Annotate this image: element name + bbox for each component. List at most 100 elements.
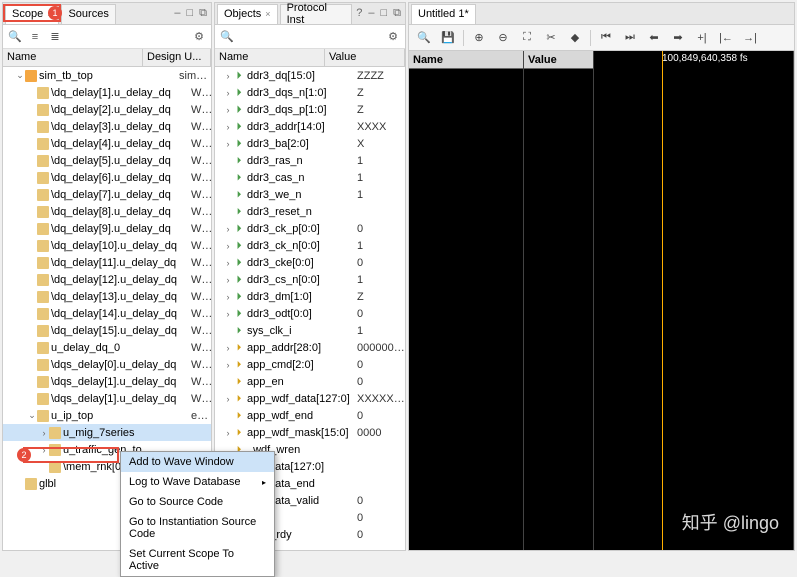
object-row[interactable]: ›⏵ddr3_dqs_p[1:0]Z <box>215 101 405 118</box>
tree-row[interactable]: \dq_delay[14].u_delay_dqWireDelay <box>3 305 211 322</box>
object-row[interactable]: ⏵app_en0 <box>215 373 405 390</box>
tree-row[interactable]: \dq_delay[13].u_delay_dqWireDelay <box>3 288 211 305</box>
object-row[interactable]: ›⏵ddr3_dqs_n[1:0]Z <box>215 84 405 101</box>
tree-row[interactable]: \dq_delay[12].u_delay_dqWireDelay <box>3 271 211 288</box>
expand-icon[interactable]: › <box>39 428 49 438</box>
menu-item[interactable]: Set Current Scope To Active <box>121 544 274 576</box>
zoom-in-icon[interactable]: ⊕ <box>470 29 488 47</box>
expand-icon[interactable]: › <box>223 122 233 132</box>
tree-row[interactable]: \dq_delay[7].u_delay_dqWireDelay <box>3 186 211 203</box>
maximize-icon[interactable]: □ <box>378 7 389 20</box>
expand-icon[interactable]: › <box>223 275 233 285</box>
restore-icon[interactable]: ⧉ <box>197 7 209 20</box>
prev-edge-icon[interactable]: ⬅ <box>645 29 663 47</box>
goto-last-icon[interactable]: ⏭ <box>621 29 639 47</box>
object-row[interactable]: ›⏵ddr3_ba[2:0]X <box>215 135 405 152</box>
menu-item[interactable]: Go to Source Code <box>121 492 274 512</box>
prev-marker-icon[interactable]: |← <box>717 29 735 47</box>
marker-icon[interactable]: ◆ <box>566 29 584 47</box>
next-edge-icon[interactable]: ➡ <box>669 29 687 47</box>
expand-icon[interactable]: › <box>223 428 233 438</box>
object-row[interactable]: ⏵ddr3_we_n1 <box>215 186 405 203</box>
col-name[interactable]: Name <box>215 49 325 66</box>
tree-row[interactable]: \dq_delay[15].u_delay_dqWireDelay <box>3 322 211 339</box>
tree-row[interactable]: \dq_delay[11].u_delay_dqWireDelay <box>3 254 211 271</box>
add-marker-icon[interactable]: +| <box>693 29 711 47</box>
next-marker-icon[interactable]: →| <box>741 29 759 47</box>
expand-icon[interactable]: › <box>223 224 233 234</box>
expand-icon[interactable]: › <box>223 360 233 370</box>
expand-icon[interactable]: › <box>223 105 233 115</box>
tree-row[interactable]: \dqs_delay[1].u_delay_dqWireDelay <box>3 390 211 407</box>
wave-name-header[interactable]: Name <box>409 51 523 69</box>
minimize-icon[interactable]: – <box>366 7 376 20</box>
save-icon[interactable]: 💾 <box>439 29 457 47</box>
object-row[interactable]: ⏵ddr3_ras_n1 <box>215 152 405 169</box>
tree-row[interactable]: ›u_mig_7series <box>3 424 211 441</box>
object-row[interactable]: ›⏵ddr3_addr[14:0]XXXX <box>215 118 405 135</box>
tab-protocol[interactable]: Protocol Inst <box>280 4 353 24</box>
menu-item[interactable]: Go to Instantiation Source Code <box>121 512 274 544</box>
object-row[interactable]: ›⏵ddr3_dq[15:0]ZZZZ <box>215 67 405 84</box>
gear-icon[interactable]: ⚙ <box>191 29 207 45</box>
search-icon[interactable]: 🔍 <box>219 29 235 45</box>
restore-icon[interactable]: ⧉ <box>391 7 403 20</box>
expand-icon[interactable]: › <box>223 309 233 319</box>
tree-row[interactable]: ⌄u_ip_topexample_top <box>3 407 211 424</box>
maximize-icon[interactable]: □ <box>184 7 195 20</box>
tab-sources[interactable]: Sources <box>61 4 115 24</box>
filter-icon[interactable]: ≡ <box>27 29 43 45</box>
expand-icon[interactable]: › <box>39 445 49 455</box>
tree-row[interactable]: \dq_delay[4].u_delay_dqWireDelay <box>3 135 211 152</box>
help-icon[interactable]: ? <box>354 7 364 20</box>
zoom-out-icon[interactable]: ⊖ <box>494 29 512 47</box>
object-row[interactable]: ⏵ddr3_reset_n <box>215 203 405 220</box>
object-row[interactable]: ⏵sys_clk_i1 <box>215 322 405 339</box>
expand-icon[interactable]: › <box>223 292 233 302</box>
tree-row[interactable]: \dqs_delay[0].u_delay_dqWireDelay <box>3 356 211 373</box>
gear-icon[interactable]: ⚙ <box>385 29 401 45</box>
zoom-fit-icon[interactable]: ⛶ <box>518 29 536 47</box>
col-value[interactable]: Value <box>325 49 405 66</box>
tree-row[interactable]: \dq_delay[9].u_delay_dqWireDelay <box>3 220 211 237</box>
cut-icon[interactable]: ✂ <box>542 29 560 47</box>
menu-item[interactable]: Log to Wave Database▸ <box>121 472 274 492</box>
object-row[interactable]: ›⏵app_wdf_data[127:0]XXXXXXXXX <box>215 390 405 407</box>
wave-value-header[interactable]: Value <box>524 51 593 69</box>
object-row[interactable]: ›⏵app_wdf_mask[15:0]0000 <box>215 424 405 441</box>
tree-row[interactable]: \dq_delay[5].u_delay_dqWireDelay <box>3 152 211 169</box>
col-design[interactable]: Design U... <box>143 49 211 66</box>
object-row[interactable]: ›⏵ddr3_odt[0:0]0 <box>215 305 405 322</box>
object-row[interactable]: ›⏵ddr3_dm[1:0]Z <box>215 288 405 305</box>
tree-row[interactable]: \dq_delay[8].u_delay_dqWireDelay <box>3 203 211 220</box>
object-row[interactable]: ⏵ddr3_cas_n1 <box>215 169 405 186</box>
object-row[interactable]: ›⏵app_addr[28:0]00000000 <box>215 339 405 356</box>
tab-objects[interactable]: Objects× <box>217 4 278 24</box>
collapse-icon[interactable]: ≣ <box>47 29 63 45</box>
tree-row[interactable]: u_delay_dq_0WireDelay <box>3 339 211 356</box>
object-row[interactable]: ›⏵ddr3_ck_n[0:0]1 <box>215 237 405 254</box>
expand-icon[interactable]: › <box>223 139 233 149</box>
menu-item[interactable]: Add to Wave Window <box>121 452 274 472</box>
expand-icon[interactable]: › <box>223 343 233 353</box>
expand-icon[interactable]: ⌄ <box>15 70 25 81</box>
object-row[interactable]: ⏵app_wdf_end0 <box>215 407 405 424</box>
tree-row[interactable]: \dq_delay[6].u_delay_dqWireDelay <box>3 169 211 186</box>
expand-icon[interactable]: › <box>223 394 233 404</box>
search-icon[interactable]: 🔍 <box>415 29 433 47</box>
close-icon[interactable]: × <box>265 9 270 19</box>
goto-first-icon[interactable]: ⏮ <box>597 29 615 47</box>
expand-icon[interactable]: › <box>223 241 233 251</box>
object-row[interactable]: ›⏵ddr3_ck_p[0:0]0 <box>215 220 405 237</box>
wave-area[interactable]: Name Value 100,849,640,358 fs <box>409 51 794 550</box>
col-name[interactable]: Name <box>3 49 143 66</box>
tree-row[interactable]: \dq_delay[10].u_delay_dqWireDelay <box>3 237 211 254</box>
object-row[interactable]: ›⏵ddr3_cs_n[0:0]1 <box>215 271 405 288</box>
tree-row[interactable]: \dqs_delay[1].u_delay_dqWireDelay <box>3 373 211 390</box>
expand-icon[interactable]: › <box>223 258 233 268</box>
object-row[interactable]: ›⏵ddr3_cke[0:0]0 <box>215 254 405 271</box>
tree-row[interactable]: ⌄sim_tb_topsim_tb_top <box>3 67 211 84</box>
search-icon[interactable]: 🔍 <box>7 29 23 45</box>
expand-icon[interactable]: › <box>223 71 233 81</box>
tree-row[interactable]: \dq_delay[2].u_delay_dqWireDelay <box>3 101 211 118</box>
